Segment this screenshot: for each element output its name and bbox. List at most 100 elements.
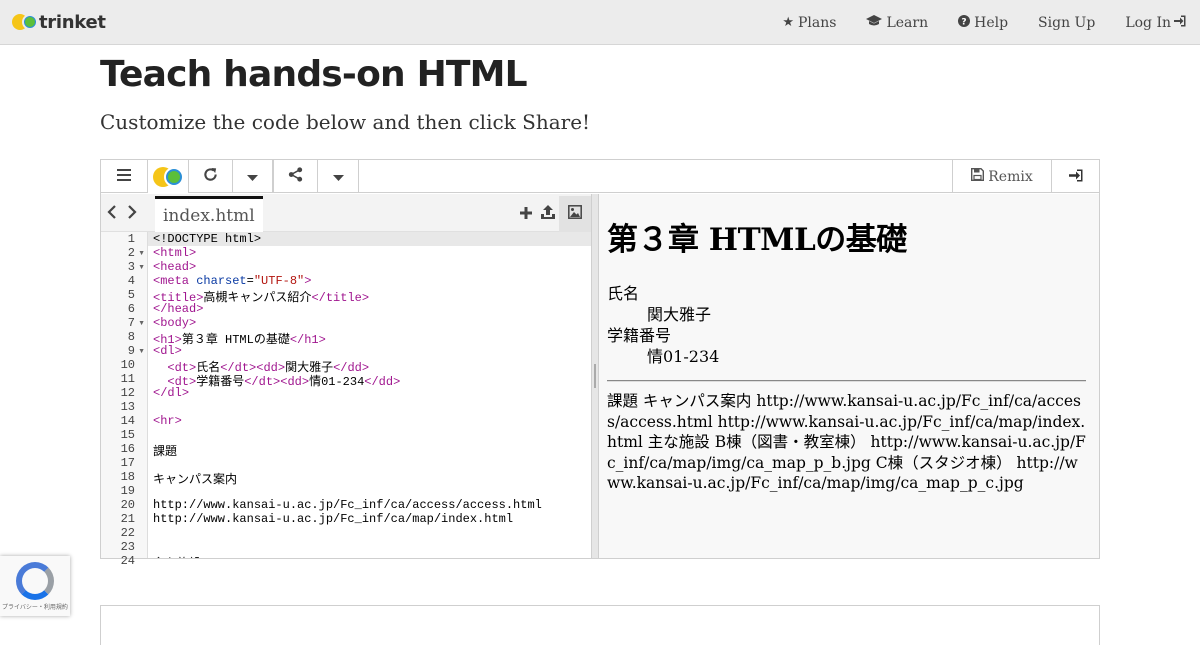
code-line: </dl> — [153, 386, 190, 400]
result-body-text: 課題 キャンパス案内 http://www.kansai-u.ac.jp/Fc_… — [607, 392, 1086, 492]
share-icon — [288, 167, 303, 186]
pane-splitter[interactable] — [591, 194, 599, 558]
run-options-dropdown[interactable] — [233, 160, 273, 193]
line-number: 3 — [127, 260, 135, 274]
recaptcha-terms[interactable]: プライバシー・利用規約 — [0, 602, 70, 611]
code-line: </head> — [153, 302, 204, 316]
upload-icon — [541, 205, 555, 223]
line-number: 18 — [120, 470, 135, 484]
file-tab-index[interactable]: index.html — [155, 196, 263, 232]
code-line: 主な施設 — [153, 554, 201, 558]
share-button[interactable] — [273, 160, 318, 193]
brand-name: trinket — [39, 11, 106, 33]
line-number: 11 — [120, 372, 135, 386]
code-line: <!DOCTYPE html> — [153, 232, 262, 246]
image-icon — [568, 205, 582, 223]
line-number: 13 — [120, 400, 135, 414]
line-number: 15 — [120, 428, 135, 442]
recaptcha-logo-icon — [16, 562, 54, 600]
result-dd-id: 情01-234 — [647, 347, 720, 366]
add-file-button[interactable] — [515, 206, 537, 223]
run-button[interactable] — [148, 160, 189, 193]
file-tools — [515, 196, 591, 232]
line-number: 8 — [127, 330, 135, 344]
instructions-box — [100, 605, 1100, 645]
code-line: <html> — [153, 246, 197, 260]
chevron-right-icon[interactable] — [126, 203, 138, 224]
line-number: 23 — [120, 540, 135, 554]
star-icon: ★ — [782, 15, 795, 30]
result-pane: 第３章 HTMLの基礎 氏名 関大雅子 学籍番号 情01-234 課題 キャンパ… — [599, 194, 1099, 558]
fold-toggle-icon[interactable]: ▼ — [138, 348, 145, 355]
svg-text:?: ? — [961, 17, 966, 27]
line-number: 9 — [127, 344, 135, 358]
nav-links: ★ Plans Learn ? Help Sign Up Log In — [752, 0, 1186, 45]
embed-toolbar: Remix — [101, 160, 1099, 193]
nav-login-link[interactable]: Log In — [1125, 15, 1186, 31]
fold-toggle-icon[interactable]: ▼ — [138, 320, 145, 327]
code-editor[interactable]: <!DOCTYPE html> <html> <head> <meta charset… — [153, 232, 589, 558]
fold-toggle-icon[interactable]: ▼ — [138, 250, 145, 257]
menu-button[interactable] — [101, 160, 148, 193]
code-line: キャンパス案内 — [153, 473, 238, 487]
caret-down-icon — [332, 168, 344, 185]
top-navbar: trinket ★ Plans Learn ? Help Sign Up Log… — [0, 0, 1200, 45]
line-number: 24 — [120, 554, 135, 568]
line-number: 2 — [127, 246, 135, 260]
line-number: 7 — [127, 316, 135, 330]
recaptcha-badge[interactable]: プライバシー・利用規約 — [0, 556, 70, 616]
share-options-dropdown[interactable] — [318, 160, 359, 193]
upload-file-button[interactable] — [537, 205, 559, 223]
code-line: <body> — [153, 316, 197, 330]
nav-learn-link[interactable]: Learn — [866, 14, 929, 31]
reset-button[interactable] — [189, 160, 233, 193]
line-number: 17 — [120, 456, 135, 470]
nav-login-label: Log In — [1125, 14, 1171, 31]
code-line: http://www.kansai-u.ac.jp/Fc_inf/ca/acce… — [153, 498, 542, 512]
menu-icon — [117, 168, 131, 185]
question-circle-icon: ? — [958, 14, 971, 31]
page-title: Teach hands-on HTML — [100, 54, 528, 95]
fold-toggle-icon[interactable]: ▼ — [138, 264, 145, 271]
result-heading: 第３章 HTMLの基礎 — [607, 222, 907, 258]
line-number-gutter: 1 2 ▼ 3 ▼ 4 5 6 7 ▼ 8 9 ▼ 10 11 12 13 14 15 16 17 18 19 20 21 22 2… — [101, 232, 148, 568]
code-line: <hr> — [153, 414, 182, 428]
file-tabbar: index.html — [101, 194, 591, 232]
code-pane: index.html 1 2 ▼ 3 ▼ 4 5 6 7 ▼ 8 9 ▼ 10 … — [101, 194, 591, 568]
nav-plans-link[interactable]: ★ Plans — [782, 15, 836, 31]
nav-signup-label: Sign Up — [1038, 14, 1096, 31]
result-dt-name: 氏名 — [607, 284, 640, 303]
line-number: 16 — [120, 442, 135, 456]
result-divider — [607, 380, 1086, 382]
remix-button[interactable]: Remix — [952, 160, 1052, 193]
graduation-cap-icon — [866, 14, 883, 31]
line-number: 19 — [120, 484, 135, 498]
code-line: <head> — [153, 260, 197, 274]
trinket-logo-icon — [12, 12, 38, 32]
code-line: <dl> — [153, 344, 182, 358]
save-icon — [971, 168, 985, 185]
line-number: 1 — [127, 232, 135, 246]
line-number: 4 — [127, 274, 135, 288]
line-number: 5 — [127, 288, 135, 302]
chevron-left-icon[interactable] — [106, 203, 126, 224]
code-line: http://www.kansai-u.ac.jp/Fc_inf/ca/map/… — [153, 512, 514, 526]
line-number: 10 — [120, 358, 135, 372]
brand-logo-link[interactable]: trinket — [12, 11, 106, 33]
caret-down-icon — [247, 168, 258, 185]
sign-in-icon — [1068, 169, 1083, 185]
embed-login-button[interactable] — [1052, 160, 1099, 193]
nav-help-label: Help — [974, 14, 1009, 31]
line-number: 6 — [127, 302, 135, 316]
page-subtitle: Customize the code below and then click … — [100, 110, 591, 134]
nav-learn-label: Learn — [886, 14, 929, 31]
plus-icon — [520, 206, 532, 223]
line-number: 20 — [120, 498, 135, 512]
code-line: <dt>学籍番号</dt><dd>情01-234</dd> — [167, 375, 401, 389]
image-library-button[interactable] — [559, 196, 591, 232]
code-line: 課題 — [153, 445, 178, 459]
sign-in-icon — [1174, 15, 1186, 30]
nav-help-link[interactable]: ? Help — [958, 14, 1009, 31]
nav-signup-link[interactable]: Sign Up — [1038, 15, 1095, 31]
trinket-embed: Remix index.html 1 2 ▼ 3 ▼ 4 5 6 7 ▼ 8 9… — [100, 159, 1100, 568]
